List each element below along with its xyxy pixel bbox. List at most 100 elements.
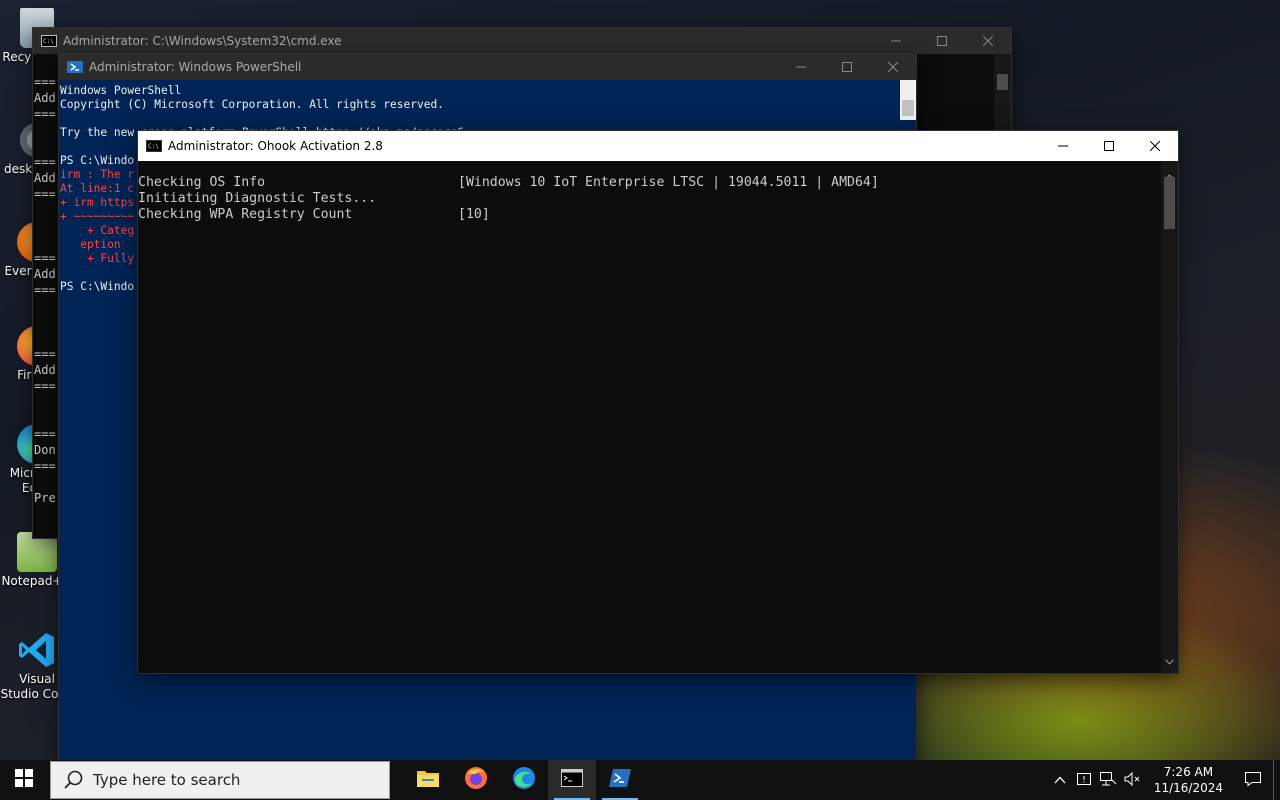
console-line: Add [34,363,56,377]
minimize-button[interactable] [873,28,919,54]
cmd-icon: C:\ [146,138,162,154]
show-hidden-icons-button[interactable] [1048,760,1072,800]
ohook-window[interactable]: C:\ Administrator: Ohook Activation 2.8 … [138,131,1178,673]
taskbar-search-box[interactable]: Type here to search [50,761,390,799]
network-icon [1099,771,1117,790]
console-row-os-info: Checking OS Info [Windows 10 IoT Enterpr… [138,175,1160,191]
taskbar-edge[interactable] [500,760,548,800]
volume-muted-icon [1123,771,1141,790]
powershell-icon [609,769,631,791]
notepad-plus-plus-icon [17,532,57,572]
console-line: Copyright (C) Microsoft Corporation. All… [60,98,444,111]
ohook-scrollbar[interactable] [1161,161,1178,673]
console-line: === [34,427,56,441]
firefox-icon [464,766,488,794]
console-row-label: Initiating Diagnostic Tests... [138,191,377,206]
close-button[interactable] [870,54,916,80]
search-placeholder: Type here to search [93,771,241,789]
ohook-title: Administrator: Ohook Activation 2.8 [168,139,383,153]
minimize-button[interactable] [778,54,824,80]
powershell-title: Administrator: Windows PowerShell [89,60,302,74]
action-center-button[interactable] [1233,760,1273,800]
console-line: === [34,107,56,121]
cmd-console[interactable]: === Add === === Add === === Add === === Add === … [34,74,56,506]
powershell-icon [67,59,83,75]
taskbar-clock[interactable]: 7:26 AM 11/16/2024 [1154,764,1223,796]
edge-icon [512,766,536,794]
console-line: === [34,187,56,201]
scrollbar-thumb[interactable] [902,100,914,116]
vscode-icon [17,630,57,670]
ohook-console[interactable]: Checking OS Info [Windows 10 IoT Enterpr… [138,175,1160,673]
maximize-button[interactable] [1086,131,1132,161]
close-button[interactable] [965,28,1011,54]
cmd-titlebar[interactable]: C:\ Administrator: C:\Windows\System32\c… [33,28,1011,54]
scroll-down-arrow-icon[interactable] [1165,650,1174,669]
console-line: Add [34,267,56,281]
taskbar-file-explorer[interactable] [404,760,452,800]
search-icon [63,769,85,791]
close-button[interactable] [1132,131,1178,161]
console-line: === [34,347,56,361]
windows-logo-icon [15,769,33,791]
clock-time: 7:26 AM [1163,765,1214,779]
cmd-title: Administrator: C:\Windows\System32\cmd.e… [63,34,342,48]
console-line: Don [34,443,56,457]
console-line: Add [34,171,56,185]
folder-icon [416,768,440,792]
console-row-wpa-registry: Checking WPA Registry Count [10] [138,207,1160,223]
console-line: === [34,155,56,169]
console-line: === [34,283,56,297]
scrollbar-thumb[interactable] [997,74,1008,90]
taskbar-firefox[interactable] [452,760,500,800]
console-row-value: [10] [458,207,490,222]
console-row-diagnostic: Initiating Diagnostic Tests... [138,191,1160,207]
console-line: === [34,75,56,89]
start-button[interactable] [0,760,48,800]
powershell-titlebar[interactable]: Administrator: Windows PowerShell [59,54,916,80]
show-desktop-button[interactable] [1273,760,1280,800]
maximize-button[interactable] [824,54,870,80]
console-line: === [34,379,56,393]
console-line: Windows PowerShell [60,84,182,97]
svg-text:C:\: C:\ [148,143,159,150]
tray-volume-button[interactable] [1120,760,1144,800]
ohook-titlebar[interactable]: C:\ Administrator: Ohook Activation 2.8 [138,131,1178,161]
console-line: Pre [34,491,56,505]
cmd-icon: C:\ [41,33,57,49]
svg-text:C:\: C:\ [43,38,54,45]
chevron-up-icon [1054,773,1066,787]
console-row-value: [Windows 10 IoT Enterprise LTSC | 19044.… [458,175,879,190]
taskbar-powershell[interactable] [596,760,644,800]
scrollbar-thumb[interactable] [1164,177,1175,229]
tray-security-button[interactable] [1072,760,1096,800]
notification-icon [1244,771,1262,790]
cmd-icon [561,769,583,791]
clock-date: 11/16/2024 [1153,781,1223,795]
system-tray: 7:26 AM 11/16/2024 [1048,760,1280,800]
console-line: Add [34,91,56,105]
taskbar-command-prompt[interactable] [548,760,596,800]
tray-network-button[interactable] [1096,760,1120,800]
maximize-button[interactable] [919,28,965,54]
console-line: === [34,251,56,265]
console-row-label: Checking WPA Registry Count [138,207,353,222]
minimize-button[interactable] [1040,131,1086,161]
shield-warning-icon [1076,771,1092,790]
powershell-scrollbar[interactable] [900,80,916,120]
console-row-label: Checking OS Info [138,175,266,190]
taskbar: Type here to search 7:26 AM 11/16/2024 [0,760,1280,800]
console-line: === [34,459,56,473]
